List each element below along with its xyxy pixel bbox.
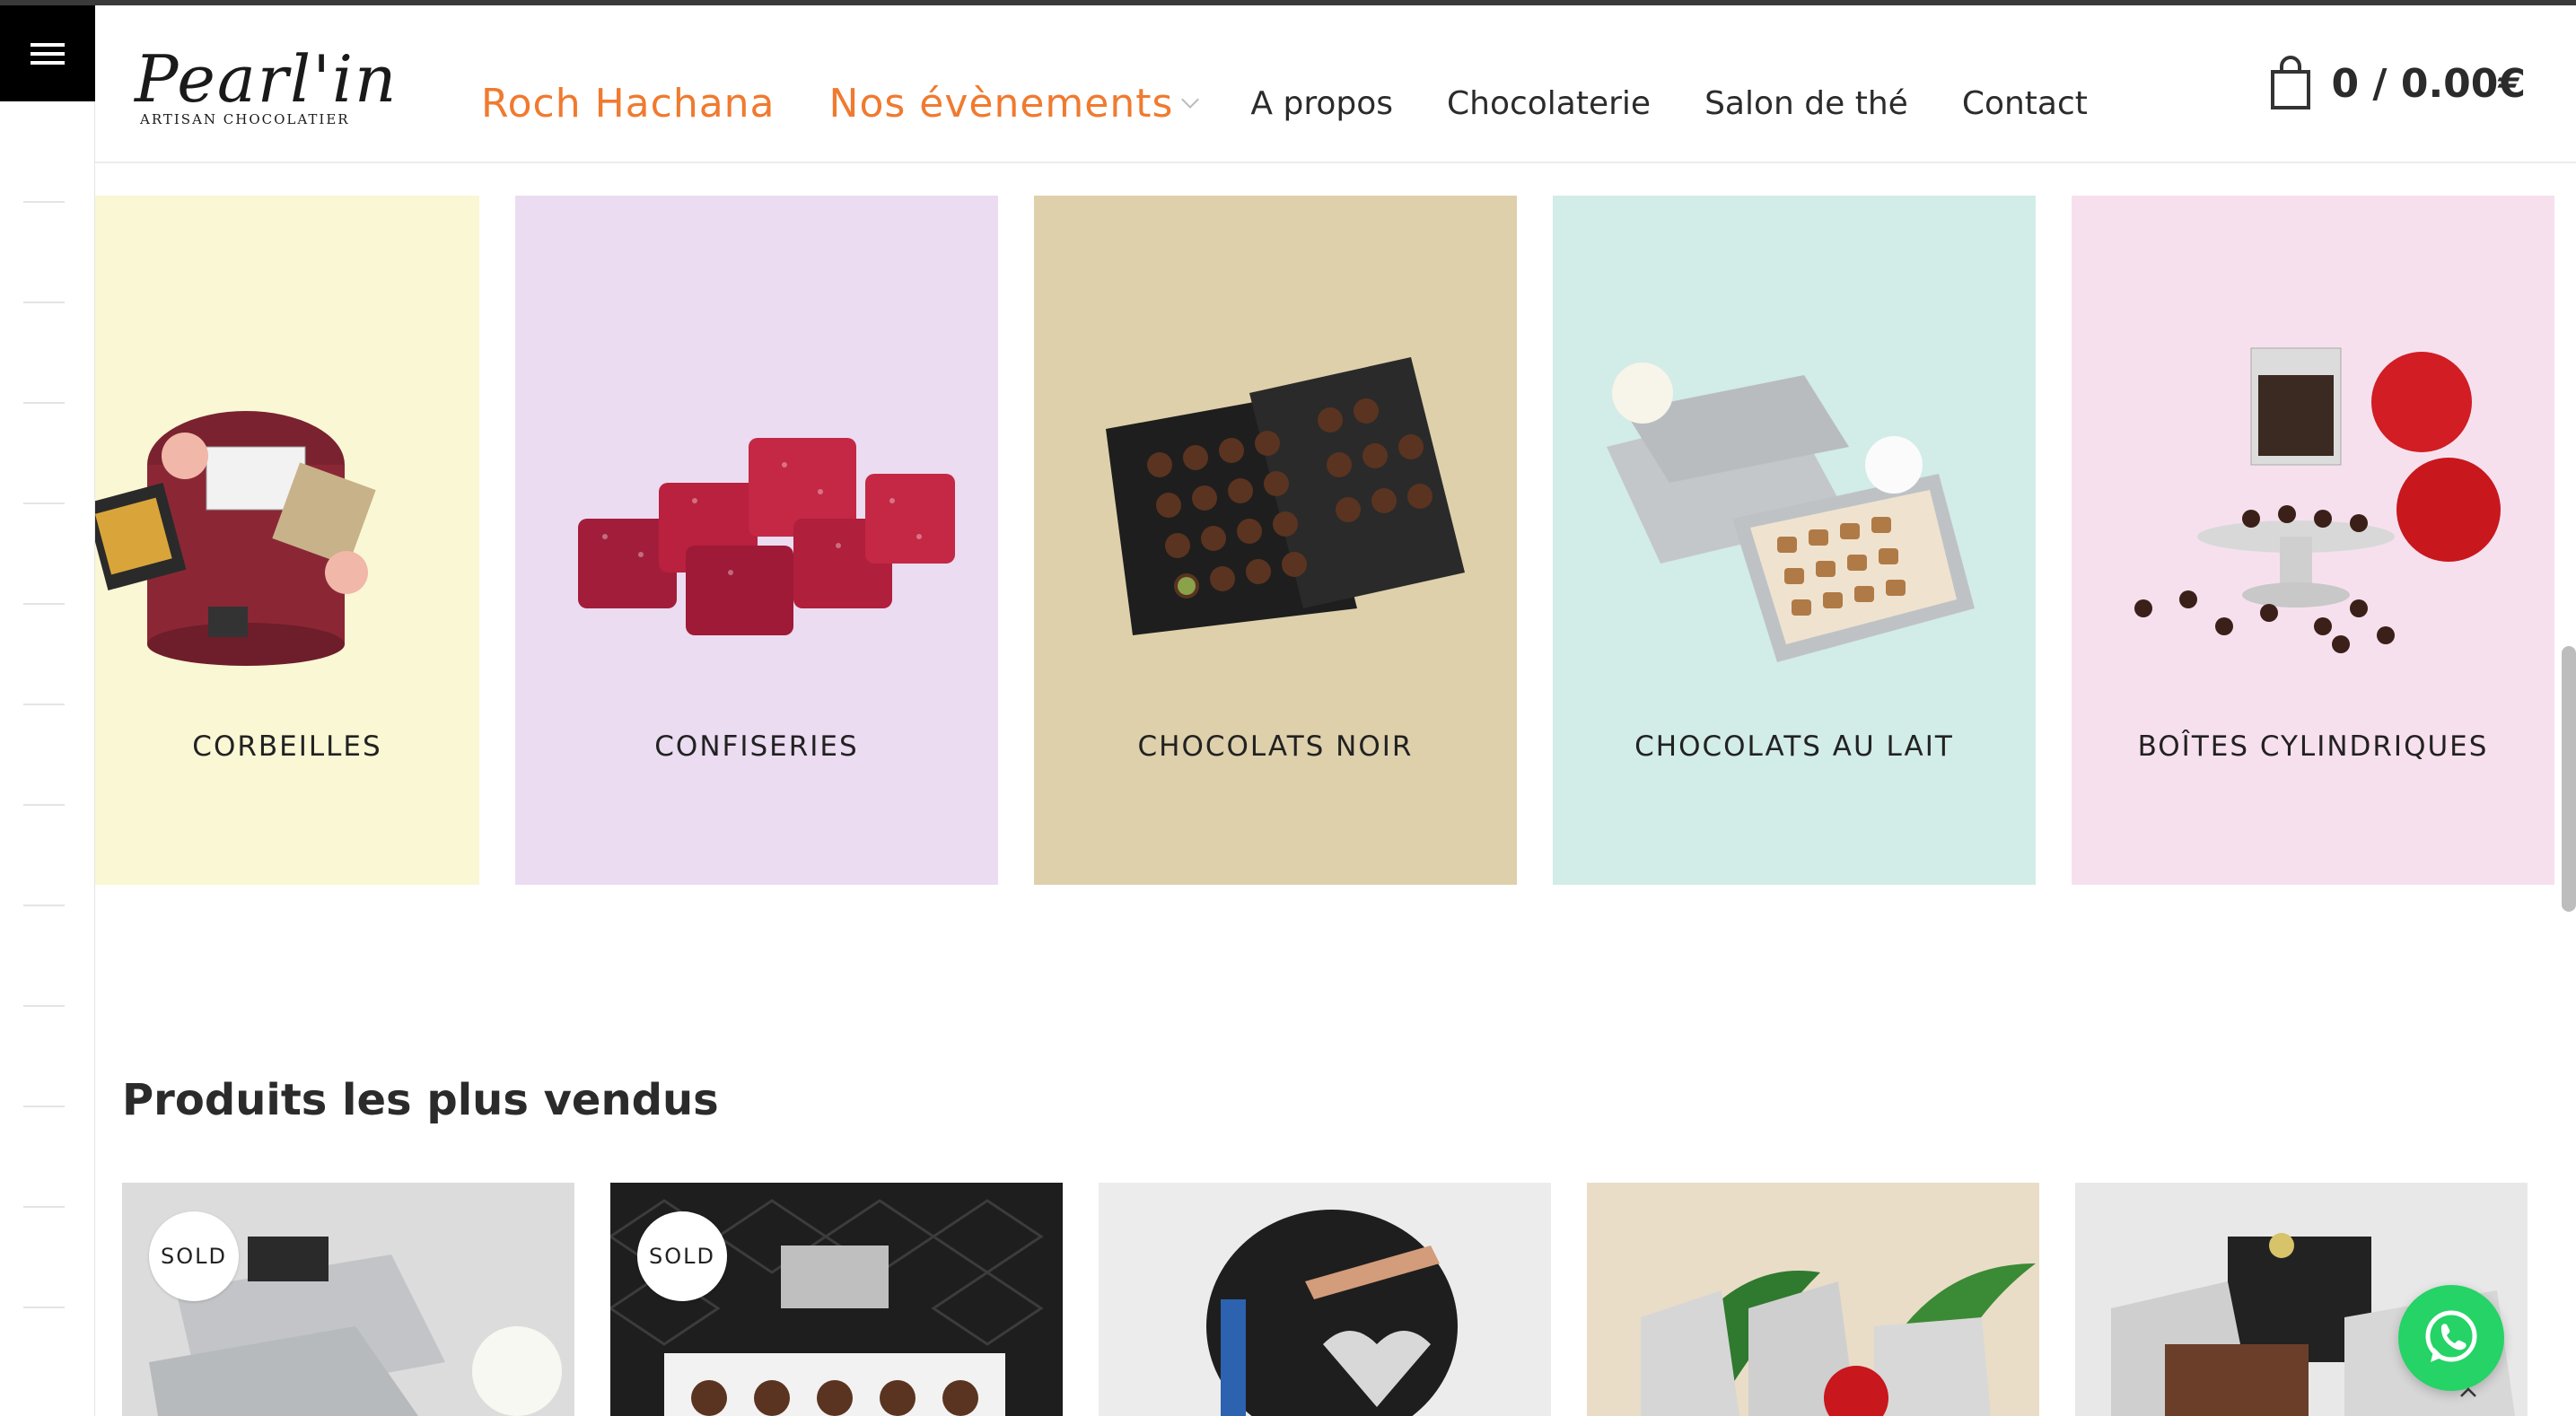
category-tile-confiseries[interactable]: CONFISERIES (515, 196, 998, 885)
cart-total: 0 / 0.00€ (2331, 60, 2527, 107)
category-tile-boites-cylindriques[interactable]: BOÎTES CYLINDRIQUES (2072, 196, 2554, 885)
nav-roch-hachana[interactable]: Roch Hachana (481, 81, 775, 127)
whatsapp-button[interactable] (2398, 1285, 2504, 1391)
nav-label: Nos évènements (828, 81, 1174, 127)
category-tile-corbeilles[interactable]: CORBEILLES (95, 196, 479, 885)
site-header: Pearl'in ARTISAN CHOCOLATIER Roch Hachan… (95, 5, 2576, 163)
rail-divider (23, 1005, 65, 1007)
rail-divider (23, 603, 65, 605)
nav-label: Contact (1961, 85, 2088, 122)
product-card[interactable]: SOLD (610, 1183, 1063, 1416)
product-image (1587, 1183, 2039, 1416)
product-card[interactable] (1099, 1183, 1551, 1416)
nav-chocolaterie[interactable]: Chocolaterie (1447, 85, 1651, 122)
nav-label: A propos (1250, 85, 1393, 122)
sold-badge: SOLD (637, 1211, 727, 1301)
rail-divider (23, 302, 65, 303)
site-logo[interactable]: Pearl'in ARTISAN CHOCOLATIER (131, 43, 396, 133)
product-image (1099, 1183, 1551, 1416)
rail-divider (23, 704, 65, 705)
tile-label: CONFISERIES (654, 730, 859, 763)
milk-chocolate-box-image (1607, 363, 1975, 662)
category-tile-chocolats-au-lait[interactable]: CHOCOLATS AU LAIT (1553, 196, 2036, 885)
nav-salon-de-the[interactable]: Salon de thé (1704, 85, 1908, 122)
page-scrollbar[interactable] (2562, 646, 2576, 912)
rail-divider (23, 804, 65, 806)
main-nav: Roch Hachana Nos évènements A propos Cho… (481, 81, 2142, 127)
tile-label: BOÎTES CYLINDRIQUES (2137, 730, 2489, 763)
rail-divider (23, 1307, 65, 1308)
rail-divider (23, 201, 65, 203)
nav-contact[interactable]: Contact (1962, 85, 2088, 122)
tile-label: CHOCOLATS AU LAIT (1634, 730, 1954, 763)
bestsellers-grid: SOLD SOLD (122, 1183, 2528, 1416)
category-tile-chocolats-noir[interactable]: CHOCOLATS NOIR (1034, 196, 1517, 885)
nav-label: Roch Hachana (481, 81, 775, 127)
gift-basket-image (95, 411, 376, 666)
logo-subtitle: ARTISAN CHOCOLATIER (140, 111, 350, 127)
sold-badge: SOLD (149, 1211, 239, 1301)
nav-label: Salon de thé (1704, 85, 1908, 122)
nav-label: Chocolaterie (1447, 85, 1652, 122)
cylinder-box-image (2134, 347, 2501, 653)
left-rail (0, 5, 95, 1416)
rail-divider (23, 905, 65, 906)
product-card[interactable] (1587, 1183, 2039, 1416)
fruit-jellies-image (578, 438, 955, 635)
rail-divider (23, 402, 65, 404)
chevron-down-icon (1181, 90, 1200, 109)
hamburger-menu-button[interactable] (0, 5, 95, 101)
hamburger-icon (31, 42, 65, 65)
tile-label: CORBEILLES (192, 730, 382, 763)
category-tiles: CORBEILLES CONFISERIES CHOCOLATS NOIR CH… (95, 196, 2554, 887)
logo-text: Pearl'in (135, 41, 399, 117)
nav-nos-evenements[interactable]: Nos évènements (828, 81, 1200, 127)
rail-divider (23, 1206, 65, 1208)
shopping-bag-icon (2270, 56, 2310, 109)
rail-divider (23, 503, 65, 504)
product-card[interactable]: SOLD (122, 1183, 574, 1416)
cart-button[interactable]: 0 / 0.00€ (2269, 56, 2527, 111)
tile-label: CHOCOLATS NOIR (1137, 730, 1414, 763)
back-to-top-icon[interactable] (2458, 1382, 2479, 1403)
dark-chocolate-box-image (1106, 357, 1465, 635)
rail-divider (23, 1106, 65, 1107)
nav-a-propos[interactable]: A propos (1250, 85, 1393, 122)
whatsapp-icon (2425, 1310, 2477, 1362)
section-title-bestsellers: Produits les plus vendus (122, 1075, 719, 1125)
